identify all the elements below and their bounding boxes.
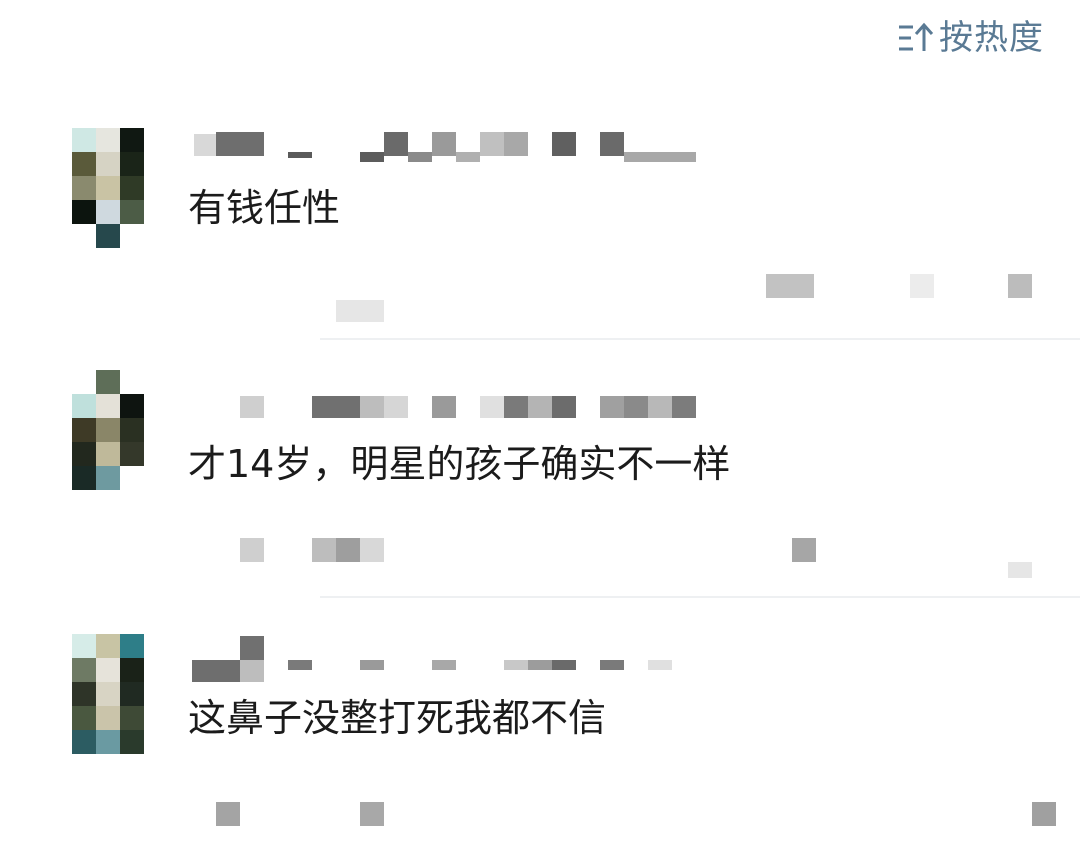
comment-text: 这鼻子没整打死我都不信	[188, 696, 607, 740]
username[interactable]	[190, 634, 710, 682]
comment-meta	[190, 794, 1056, 834]
avatar[interactable]	[72, 634, 144, 754]
comment-item: 这鼻子没整打死我都不信	[0, 0, 1080, 852]
